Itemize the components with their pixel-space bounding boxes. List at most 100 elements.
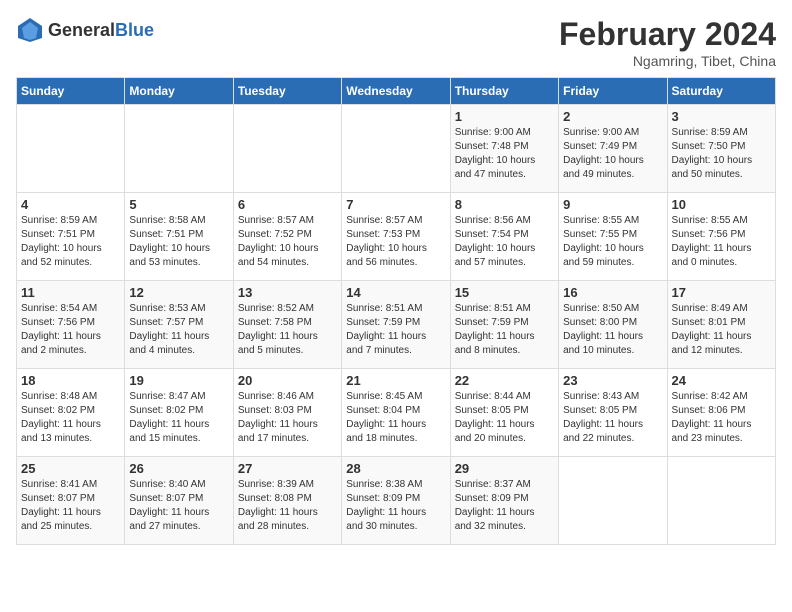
day-info: Sunrise: 8:59 AM Sunset: 7:50 PM Dayligh… bbox=[672, 126, 771, 182]
calendar-cell: 20Sunrise: 8:46 AM Sunset: 8:03 PM Dayli… bbox=[233, 369, 341, 457]
day-info: Sunrise: 8:58 AM Sunset: 7:51 PM Dayligh… bbox=[129, 214, 228, 270]
day-number: 24 bbox=[672, 373, 771, 388]
day-info: Sunrise: 8:47 AM Sunset: 8:02 PM Dayligh… bbox=[129, 390, 228, 446]
day-number: 14 bbox=[346, 285, 445, 300]
day-number: 13 bbox=[238, 285, 337, 300]
calendar-cell: 6Sunrise: 8:57 AM Sunset: 7:52 PM Daylig… bbox=[233, 193, 341, 281]
day-info: Sunrise: 8:45 AM Sunset: 8:04 PM Dayligh… bbox=[346, 390, 445, 446]
day-info: Sunrise: 8:53 AM Sunset: 7:57 PM Dayligh… bbox=[129, 302, 228, 358]
day-number: 15 bbox=[455, 285, 554, 300]
calendar-cell bbox=[342, 105, 450, 193]
day-info: Sunrise: 8:48 AM Sunset: 8:02 PM Dayligh… bbox=[21, 390, 120, 446]
calendar-cell: 17 Sunrise: 8:49 AM Sunset: 8:01 PM Dayli… bbox=[667, 281, 775, 369]
calendar-week-row: 1 Sunrise: 9:00 AM Sunset: 7:48 PM Daylig… bbox=[17, 105, 776, 193]
calendar-cell: 1 Sunrise: 9:00 AM Sunset: 7:48 PM Daylig… bbox=[450, 105, 558, 193]
day-info: Sunrise: 8:37 AM Sunset: 8:09 PM Dayligh… bbox=[455, 478, 554, 534]
calendar-cell: 23 Sunrise: 8:43 AM Sunset: 8:05 PM Dayli… bbox=[559, 369, 667, 457]
calendar-week-row: 11 Sunrise: 8:54 AM Sunset: 7:56 PM Dayli… bbox=[17, 281, 776, 369]
calendar-cell: 19 Sunrise: 8:47 AM Sunset: 8:02 PM Dayli… bbox=[125, 369, 233, 457]
calendar-cell: 15 Sunrise: 8:51 AM Sunset: 7:59 PM Dayli… bbox=[450, 281, 558, 369]
logo: GeneralBlue bbox=[16, 16, 154, 44]
day-info: Sunrise: 8:38 AM Sunset: 8:09 PM Dayligh… bbox=[346, 478, 445, 534]
calendar-week-row: 18 Sunrise: 8:48 AM Sunset: 8:02 PM Dayli… bbox=[17, 369, 776, 457]
calendar-cell: 16 Sunrise: 8:50 AM Sunset: 8:00 PM Dayli… bbox=[559, 281, 667, 369]
calendar-cell: 5Sunrise: 8:58 AM Sunset: 7:51 PM Daylig… bbox=[125, 193, 233, 281]
weekday-header-tuesday: Tuesday bbox=[233, 78, 341, 105]
calendar-cell: 28 Sunrise: 8:38 AM Sunset: 8:09 PM Dayli… bbox=[342, 457, 450, 545]
day-info: Sunrise: 8:50 AM Sunset: 8:00 PM Dayligh… bbox=[563, 302, 662, 358]
calendar-cell: 18 Sunrise: 8:48 AM Sunset: 8:02 PM Dayli… bbox=[17, 369, 125, 457]
page-header: GeneralBlue February 2024 Ngamring, Tibe… bbox=[16, 16, 776, 69]
calendar-cell: 21Sunrise: 8:45 AM Sunset: 8:04 PM Dayli… bbox=[342, 369, 450, 457]
day-info: Sunrise: 8:44 AM Sunset: 8:05 PM Dayligh… bbox=[455, 390, 554, 446]
calendar-cell: 14 Sunrise: 8:51 AM Sunset: 7:59 PM Dayli… bbox=[342, 281, 450, 369]
weekday-header-monday: Monday bbox=[125, 78, 233, 105]
day-number: 10 bbox=[672, 197, 771, 212]
day-info: Sunrise: 8:43 AM Sunset: 8:05 PM Dayligh… bbox=[563, 390, 662, 446]
day-info: Sunrise: 8:42 AM Sunset: 8:06 PM Dayligh… bbox=[672, 390, 771, 446]
weekday-header-friday: Friday bbox=[559, 78, 667, 105]
day-number: 3 bbox=[672, 109, 771, 124]
calendar-cell bbox=[667, 457, 775, 545]
day-info: Sunrise: 8:46 AM Sunset: 8:03 PM Dayligh… bbox=[238, 390, 337, 446]
day-number: 23 bbox=[563, 373, 662, 388]
weekday-header-sunday: Sunday bbox=[17, 78, 125, 105]
calendar-cell: 27Sunrise: 8:39 AM Sunset: 8:08 PM Dayli… bbox=[233, 457, 341, 545]
day-info: Sunrise: 8:55 AM Sunset: 7:56 PM Dayligh… bbox=[672, 214, 771, 270]
day-number: 17 bbox=[672, 285, 771, 300]
day-number: 2 bbox=[563, 109, 662, 124]
day-number: 9 bbox=[563, 197, 662, 212]
calendar-cell: 8 Sunrise: 8:56 AM Sunset: 7:54 PM Daylig… bbox=[450, 193, 558, 281]
day-number: 29 bbox=[455, 461, 554, 476]
calendar-cell: 10 Sunrise: 8:55 AM Sunset: 7:56 PM Dayli… bbox=[667, 193, 775, 281]
month-title: February 2024 bbox=[559, 16, 776, 53]
calendar-cell: 13Sunrise: 8:52 AM Sunset: 7:58 PM Dayli… bbox=[233, 281, 341, 369]
day-number: 1 bbox=[455, 109, 554, 124]
calendar-cell: 12Sunrise: 8:53 AM Sunset: 7:57 PM Dayli… bbox=[125, 281, 233, 369]
day-info: Sunrise: 8:54 AM Sunset: 7:56 PM Dayligh… bbox=[21, 302, 120, 358]
day-info: Sunrise: 8:59 AM Sunset: 7:51 PM Dayligh… bbox=[21, 214, 120, 270]
calendar-table: SundayMondayTuesdayWednesdayThursdayFrid… bbox=[16, 77, 776, 545]
calendar-cell: 11 Sunrise: 8:54 AM Sunset: 7:56 PM Dayli… bbox=[17, 281, 125, 369]
weekday-header-thursday: Thursday bbox=[450, 78, 558, 105]
day-info: Sunrise: 8:56 AM Sunset: 7:54 PM Dayligh… bbox=[455, 214, 554, 270]
day-number: 8 bbox=[455, 197, 554, 212]
day-info: Sunrise: 8:49 AM Sunset: 8:01 PM Dayligh… bbox=[672, 302, 771, 358]
day-number: 11 bbox=[21, 285, 120, 300]
calendar-week-row: 25Sunrise: 8:41 AM Sunset: 8:07 PM Dayli… bbox=[17, 457, 776, 545]
logo-text-general: General bbox=[48, 20, 115, 40]
day-info: Sunrise: 8:57 AM Sunset: 7:52 PM Dayligh… bbox=[238, 214, 337, 270]
calendar-cell bbox=[125, 105, 233, 193]
day-number: 19 bbox=[129, 373, 228, 388]
day-number: 16 bbox=[563, 285, 662, 300]
calendar-cell bbox=[233, 105, 341, 193]
calendar-cell: 2 Sunrise: 9:00 AM Sunset: 7:49 PM Daylig… bbox=[559, 105, 667, 193]
day-number: 28 bbox=[346, 461, 445, 476]
weekday-header-row: SundayMondayTuesdayWednesdayThursdayFrid… bbox=[17, 78, 776, 105]
day-number: 4 bbox=[21, 197, 120, 212]
logo-icon bbox=[16, 16, 44, 44]
day-number: 22 bbox=[455, 373, 554, 388]
weekday-header-wednesday: Wednesday bbox=[342, 78, 450, 105]
day-info: Sunrise: 8:57 AM Sunset: 7:53 PM Dayligh… bbox=[346, 214, 445, 270]
location-title: Ngamring, Tibet, China bbox=[559, 53, 776, 69]
calendar-cell bbox=[17, 105, 125, 193]
calendar-cell: 29 Sunrise: 8:37 AM Sunset: 8:09 PM Dayli… bbox=[450, 457, 558, 545]
day-info: Sunrise: 8:55 AM Sunset: 7:55 PM Dayligh… bbox=[563, 214, 662, 270]
day-info: Sunrise: 9:00 AM Sunset: 7:48 PM Dayligh… bbox=[455, 126, 554, 182]
calendar-cell: 3 Sunrise: 8:59 AM Sunset: 7:50 PM Daylig… bbox=[667, 105, 775, 193]
calendar-cell: 25Sunrise: 8:41 AM Sunset: 8:07 PM Dayli… bbox=[17, 457, 125, 545]
weekday-header-saturday: Saturday bbox=[667, 78, 775, 105]
day-info: Sunrise: 8:51 AM Sunset: 7:59 PM Dayligh… bbox=[455, 302, 554, 358]
day-info: Sunrise: 9:00 AM Sunset: 7:49 PM Dayligh… bbox=[563, 126, 662, 182]
calendar-cell bbox=[559, 457, 667, 545]
day-number: 18 bbox=[21, 373, 120, 388]
title-block: February 2024 Ngamring, Tibet, China bbox=[559, 16, 776, 69]
calendar-cell: 4 Sunrise: 8:59 AM Sunset: 7:51 PM Daylig… bbox=[17, 193, 125, 281]
calendar-week-row: 4 Sunrise: 8:59 AM Sunset: 7:51 PM Daylig… bbox=[17, 193, 776, 281]
calendar-cell: 22 Sunrise: 8:44 AM Sunset: 8:05 PM Dayli… bbox=[450, 369, 558, 457]
calendar-cell: 9 Sunrise: 8:55 AM Sunset: 7:55 PM Daylig… bbox=[559, 193, 667, 281]
day-number: 25 bbox=[21, 461, 120, 476]
day-number: 7 bbox=[346, 197, 445, 212]
day-info: Sunrise: 8:51 AM Sunset: 7:59 PM Dayligh… bbox=[346, 302, 445, 358]
